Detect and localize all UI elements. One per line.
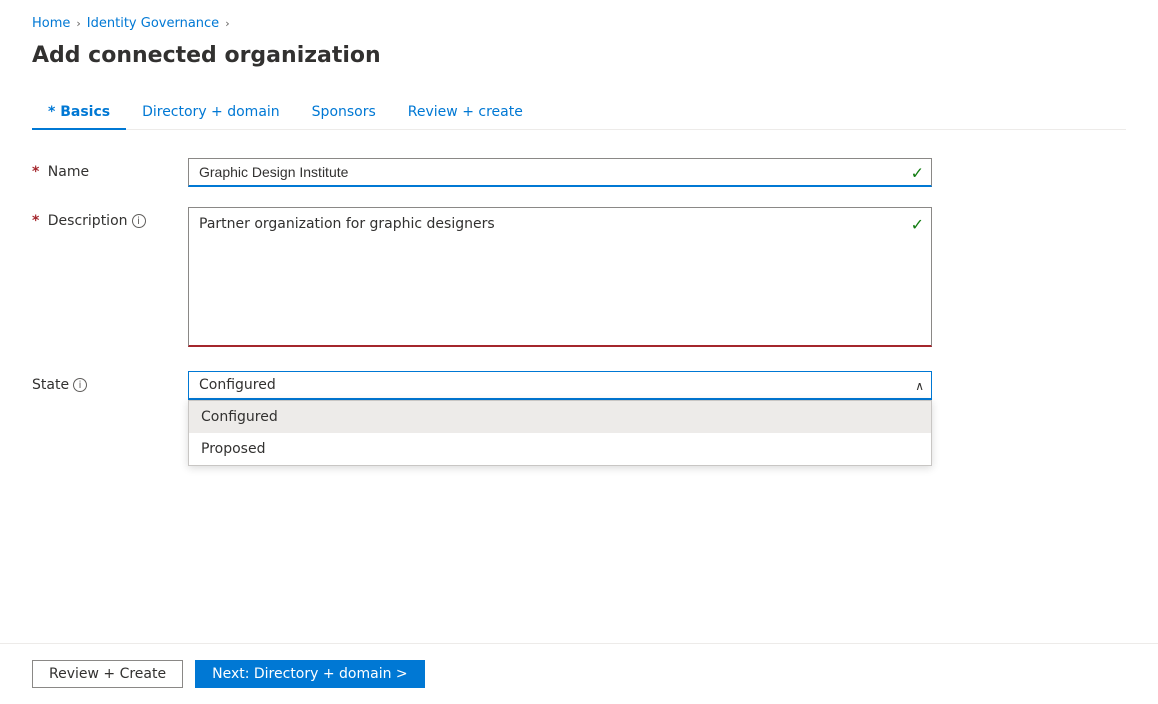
description-label: * Description i xyxy=(32,207,172,229)
footer: Review + Create Next: Directory + domain… xyxy=(0,643,1158,704)
description-row: * Description i Partner organization for… xyxy=(32,207,932,351)
state-option-proposed[interactable]: Proposed xyxy=(189,433,931,465)
description-input[interactable]: Partner organization for graphic designe… xyxy=(188,207,932,347)
name-input-wrap: ✓ xyxy=(188,158,932,187)
tab-review-create[interactable]: Review + create xyxy=(392,96,539,130)
state-dropdown-wrap: Configured ∧ Configured Proposed xyxy=(188,371,932,400)
state-row: State i Configured ∧ Configured Proposed xyxy=(32,371,932,400)
breadcrumb-sep-1: › xyxy=(76,17,80,30)
form-section: * Name ✓ * Description i Partner organiz… xyxy=(32,158,932,400)
tab-sponsors[interactable]: Sponsors xyxy=(296,96,392,130)
review-create-button[interactable]: Review + Create xyxy=(32,660,183,688)
state-dropdown[interactable]: Configured xyxy=(188,371,932,400)
name-check-icon: ✓ xyxy=(911,163,924,182)
state-dropdown-menu: Configured Proposed xyxy=(188,400,932,466)
description-input-wrap: Partner organization for graphic designe… xyxy=(188,207,932,351)
breadcrumb: Home › Identity Governance › xyxy=(32,16,1126,31)
name-label: * Name xyxy=(32,158,172,180)
desc-required-star: * xyxy=(32,213,39,229)
tab-basics[interactable]: * Basics xyxy=(32,96,126,130)
breadcrumb-sep-2: › xyxy=(225,17,229,30)
breadcrumb-governance[interactable]: Identity Governance xyxy=(87,16,219,31)
tab-bar: * Basics Directory + domain Sponsors Rev… xyxy=(32,96,1126,130)
state-info-icon[interactable]: i xyxy=(73,378,87,392)
state-selected-value: Configured xyxy=(199,377,276,393)
name-required-star: * xyxy=(32,164,39,180)
state-control-wrap: Configured ∧ Configured Proposed xyxy=(188,371,932,400)
tab-directory-domain[interactable]: Directory + domain xyxy=(126,96,296,130)
name-row: * Name ✓ xyxy=(32,158,932,187)
name-input[interactable] xyxy=(188,158,932,187)
description-info-icon[interactable]: i xyxy=(132,214,146,228)
breadcrumb-home[interactable]: Home xyxy=(32,16,70,31)
next-button[interactable]: Next: Directory + domain > xyxy=(195,660,425,688)
main-content: Home › Identity Governance › Add connect… xyxy=(0,0,1158,643)
description-check-icon: ✓ xyxy=(911,215,924,234)
state-label: State i xyxy=(32,371,172,393)
page-title: Add connected organization xyxy=(32,43,1126,68)
state-option-configured[interactable]: Configured xyxy=(189,401,931,433)
